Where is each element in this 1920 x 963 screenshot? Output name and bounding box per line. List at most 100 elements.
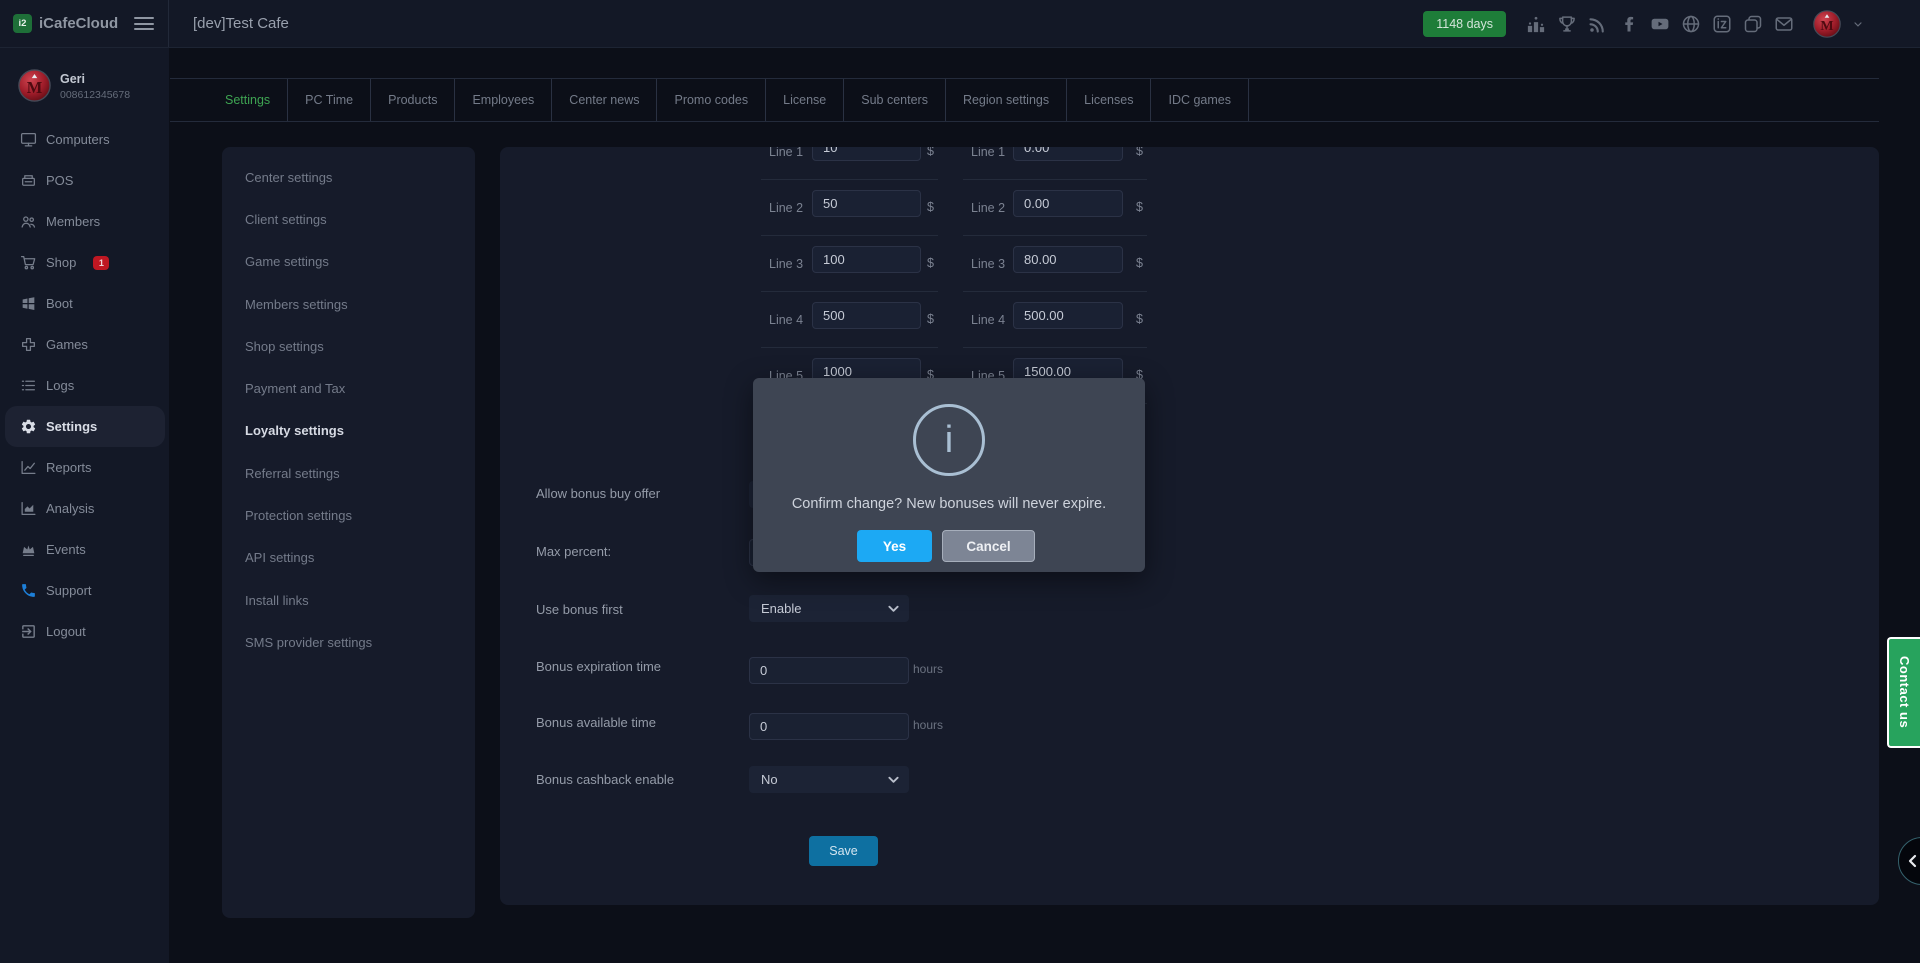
use-bonus-first-select[interactable]: Enable: [749, 595, 909, 622]
sidebar-item-computers[interactable]: Computers: [0, 119, 169, 160]
bonus-amount-input[interactable]: [1013, 147, 1123, 161]
user-card[interactable]: M Geri 008612345678: [0, 48, 169, 102]
sidebar-item-analysis[interactable]: Analysis: [0, 488, 169, 529]
tab-center-news[interactable]: Center news: [552, 79, 657, 121]
sidebar-item-reports[interactable]: Reports: [0, 447, 169, 488]
settings-nav-referral-settings[interactable]: Referral settings: [222, 452, 475, 494]
sidebar-item-games[interactable]: Games: [0, 324, 169, 365]
tab-idc-games[interactable]: IDC games: [1151, 79, 1249, 121]
days-remaining-badge[interactable]: 1148 days: [1423, 11, 1506, 37]
line-label: Line 1: [971, 147, 1005, 180]
sidebar-item-events[interactable]: Events: [0, 529, 169, 570]
sidebar-item-label: Support: [46, 583, 92, 598]
settings-nav-members-settings[interactable]: Members settings: [222, 283, 475, 325]
mail-icon[interactable]: [1774, 14, 1794, 34]
bonus-expiration-time-input[interactable]: [749, 657, 909, 684]
spend-line-group: Line 4$: [761, 292, 938, 348]
line-label: Line 2: [971, 180, 1005, 236]
bonus-cashback-enable-label: Bonus cashback enable: [536, 771, 674, 789]
youtube-icon[interactable]: [1650, 14, 1670, 34]
rss-icon[interactable]: [1588, 14, 1608, 34]
settings-nav-api-settings[interactable]: API settings: [222, 537, 475, 579]
phone-icon: [20, 582, 37, 599]
line-label: Line 3: [769, 236, 803, 292]
pos-icon: [20, 172, 37, 189]
hamburger-menu-icon[interactable]: [134, 17, 154, 30]
bonus-line-group: Line 3$: [963, 236, 1147, 292]
bonus-amount-input[interactable]: [1013, 246, 1123, 273]
contact-us-tab[interactable]: Contact us: [1887, 637, 1920, 748]
chevron-down-icon[interactable]: [1852, 18, 1864, 30]
sidebar-item-logout[interactable]: Logout: [0, 611, 169, 652]
sidebar-item-settings[interactable]: Settings: [5, 406, 165, 447]
reports-icon: [20, 459, 37, 476]
bonus-expiration-time-label: Bonus expiration time: [536, 658, 661, 676]
bonus-amount-input[interactable]: [1013, 190, 1123, 217]
avatar[interactable]: M: [1813, 10, 1841, 38]
hours-suffix: hours: [913, 716, 943, 734]
hours-suffix: hours: [913, 660, 943, 678]
sidebar-item-label: Members: [46, 214, 100, 229]
facebook-icon[interactable]: [1619, 14, 1639, 34]
currency-suffix: $: [927, 180, 934, 234]
shop-badge: 1: [93, 256, 109, 270]
line-label: Line 2: [769, 180, 803, 236]
settings-nav-game-settings[interactable]: Game settings: [222, 241, 475, 283]
collapse-panel-toggle[interactable]: [1898, 837, 1920, 885]
bonus-amount-input[interactable]: [1013, 302, 1123, 329]
line-label: Line 4: [971, 292, 1005, 348]
avatar: M: [18, 69, 51, 102]
tab-region-settings[interactable]: Region settings: [946, 79, 1067, 121]
tab-promo-codes[interactable]: Promo codes: [657, 79, 766, 121]
sidebar-item-members[interactable]: Members: [0, 201, 169, 242]
podium-icon[interactable]: [1526, 14, 1546, 34]
gear-icon: [20, 418, 37, 435]
analysis-icon: [20, 500, 37, 517]
settings-nav-client-settings[interactable]: Client settings: [222, 198, 475, 240]
tab-license[interactable]: License: [766, 79, 844, 121]
settings-nav-install-links[interactable]: Install links: [222, 579, 475, 621]
bonus-available-time-input[interactable]: [749, 713, 909, 740]
tab-licenses[interactable]: Licenses: [1067, 79, 1151, 121]
sidebar-item-shop[interactable]: Shop1: [0, 242, 169, 283]
bonus-cashback-enable-value: No: [761, 772, 778, 787]
bonus-line-group: Line 2$: [963, 180, 1147, 236]
settings-category-panel: Center settingsClient settingsGame setti…: [222, 147, 475, 918]
cafe-title: [dev]Test Cafe: [193, 15, 289, 32]
tab-products[interactable]: Products: [371, 79, 455, 121]
spend-line-group: Line 2 $: [761, 180, 938, 236]
sidebar-item-support[interactable]: Support: [0, 570, 169, 611]
sidebar-nav: ComputersPOS Members Shop1BootGamesLogsSet…: [0, 119, 169, 652]
sidebar-item-boot[interactable]: Boot: [0, 283, 169, 324]
settings-nav-center-settings[interactable]: Center settings: [222, 156, 475, 198]
icafecloud-icon[interactable]: [1712, 14, 1732, 34]
sidebar-item-logs[interactable]: Logs: [0, 365, 169, 406]
tab-settings[interactable]: Settings: [208, 79, 288, 121]
layers-icon[interactable]: [1743, 14, 1763, 34]
globe-icon[interactable]: [1681, 14, 1701, 34]
trophy-icon[interactable]: [1557, 14, 1577, 34]
tab-pc-time[interactable]: PC Time: [288, 79, 371, 121]
brand-name: iCafeCloud: [39, 15, 118, 32]
contact-us-label: Contact us: [1897, 656, 1912, 728]
save-button[interactable]: Save: [809, 836, 878, 866]
tab-employees[interactable]: Employees: [455, 79, 552, 121]
spend-amount-input[interactable]: [812, 302, 921, 329]
cancel-button[interactable]: Cancel: [942, 530, 1035, 562]
games-icon: [20, 336, 37, 353]
settings-nav-loyalty-settings[interactable]: Loyalty settings: [222, 410, 475, 452]
bonus-cashback-enable-select[interactable]: No: [749, 766, 909, 793]
settings-nav-sms-provider-settings[interactable]: SMS provider settings: [222, 621, 475, 663]
brand-area: i2 iCafeCloud: [0, 0, 169, 47]
settings-nav-payment-and-tax[interactable]: Payment and Tax: [222, 367, 475, 409]
settings-nav-shop-settings[interactable]: Shop settings: [222, 325, 475, 367]
line-label: Line 3: [971, 236, 1005, 292]
spend-amount-input[interactable]: [812, 190, 921, 217]
settings-nav-protection-settings[interactable]: Protection settings: [222, 494, 475, 536]
spend-amount-input[interactable]: [812, 147, 921, 161]
spend-amount-input[interactable]: [812, 246, 921, 273]
sidebar-item-pos[interactable]: POS: [0, 160, 169, 201]
yes-button[interactable]: Yes: [857, 530, 932, 562]
bonus-line-group: Line 4$: [963, 292, 1147, 348]
tab-sub-centers[interactable]: Sub centers: [844, 79, 946, 121]
